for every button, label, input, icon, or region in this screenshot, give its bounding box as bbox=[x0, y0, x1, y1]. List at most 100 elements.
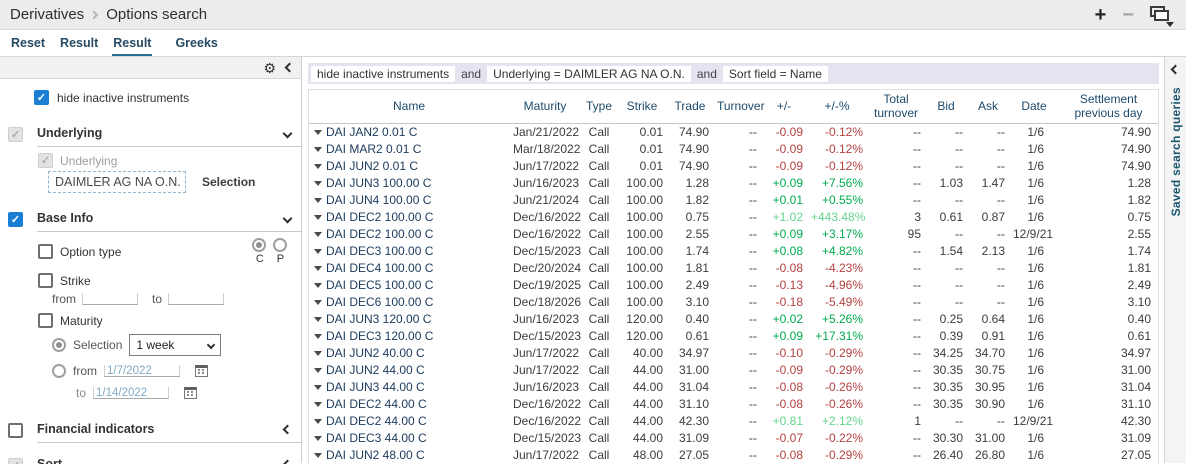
zoom-out-icon[interactable]: − bbox=[1122, 5, 1134, 25]
filter-chip[interactable]: Sort field = Name bbox=[723, 66, 828, 82]
cell-name[interactable]: DAI DEC2 100.00 C bbox=[309, 226, 509, 243]
instrument-name[interactable]: DAI DEC5 100.00 C bbox=[326, 278, 433, 292]
cell-name[interactable]: DAI DEC3 44.00 C bbox=[309, 430, 509, 447]
table-row[interactable]: DAI JUN2 0.01 C Jun/17/2022 Call 0.01 74… bbox=[309, 158, 1158, 175]
instrument-name[interactable]: DAI DEC2 44.00 C bbox=[326, 397, 427, 411]
expand-row-icon[interactable] bbox=[314, 351, 322, 356]
column-header-7[interactable]: +/-% bbox=[807, 90, 867, 123]
column-header-10[interactable]: Ask bbox=[967, 90, 1009, 123]
instrument-name[interactable]: DAI DEC2 100.00 C bbox=[326, 227, 433, 241]
cell-name[interactable]: DAI DEC5 100.00 C bbox=[309, 277, 509, 294]
expand-row-icon[interactable] bbox=[314, 249, 322, 254]
instrument-name[interactable]: DAI JUN3 44.00 C bbox=[326, 380, 425, 394]
cell-name[interactable]: DAI DEC2 100.00 C bbox=[309, 209, 509, 226]
table-row[interactable]: DAI JUN2 48.00 C Jun/17/2022 Call 48.00 … bbox=[309, 447, 1158, 464]
expand-row-icon[interactable] bbox=[314, 130, 322, 135]
column-header-5[interactable]: Turnover bbox=[713, 90, 761, 123]
tab-result-2[interactable]: Result bbox=[112, 36, 152, 56]
instrument-name[interactable]: DAI DEC2 100.00 C bbox=[326, 210, 433, 224]
expand-row-icon[interactable] bbox=[314, 164, 322, 169]
breadcrumb-root[interactable]: Derivatives bbox=[10, 6, 84, 23]
cell-name[interactable]: DAI MAR2 0.01 C bbox=[309, 141, 509, 158]
instrument-name[interactable]: DAI JUN3 100.00 C bbox=[326, 176, 431, 190]
column-header-9[interactable]: Bid bbox=[925, 90, 967, 123]
cell-name[interactable]: DAI JUN3 44.00 C bbox=[309, 379, 509, 396]
cell-name[interactable]: DAI JUN2 40.00 C bbox=[309, 345, 509, 362]
underlying-section-checkbox[interactable]: ✓ bbox=[8, 127, 23, 142]
cell-name[interactable]: DAI JUN2 0.01 C bbox=[309, 158, 509, 175]
column-header-4[interactable]: Trade bbox=[667, 90, 713, 123]
instrument-name[interactable]: DAI DEC2 44.00 C bbox=[326, 414, 427, 428]
saved-search-queries-label[interactable]: Saved search queries bbox=[1169, 87, 1183, 216]
strike-from-input[interactable] bbox=[82, 293, 138, 305]
column-header-11[interactable]: Date bbox=[1009, 90, 1059, 123]
cell-name[interactable]: DAI DEC2 44.00 C bbox=[309, 413, 509, 430]
table-row[interactable]: DAI JUN2 44.00 C Jun/17/2022 Call 44.00 … bbox=[309, 362, 1158, 379]
table-row[interactable]: DAI DEC4 100.00 C Dec/20/2024 Call 100.0… bbox=[309, 260, 1158, 277]
strike-checkbox[interactable] bbox=[38, 273, 53, 288]
maturity-checkbox[interactable] bbox=[38, 313, 53, 328]
financial-indicators-checkbox[interactable] bbox=[8, 423, 23, 438]
expand-row-icon[interactable] bbox=[314, 181, 322, 186]
underlying-collapse-icon[interactable] bbox=[283, 128, 293, 138]
expand-row-icon[interactable] bbox=[314, 147, 322, 152]
cell-name[interactable]: DAI JUN2 44.00 C bbox=[309, 362, 509, 379]
column-header-6[interactable]: +/- bbox=[761, 90, 807, 123]
instrument-name[interactable]: DAI JUN2 40.00 C bbox=[326, 346, 425, 360]
expand-row-icon[interactable] bbox=[314, 300, 322, 305]
cell-name[interactable]: DAI JAN2 0.01 C bbox=[309, 123, 509, 141]
cell-name[interactable]: DAI DEC3 120.00 C bbox=[309, 328, 509, 345]
expand-row-icon[interactable] bbox=[314, 317, 322, 322]
tab-reset-0[interactable]: Reset bbox=[10, 36, 46, 56]
table-row[interactable]: DAI DEC6 100.00 C Dec/18/2026 Call 100.0… bbox=[309, 294, 1158, 311]
column-header-8[interactable]: Total turnover bbox=[867, 90, 925, 123]
expand-row-icon[interactable] bbox=[314, 334, 322, 339]
sidebar-collapse-icon[interactable] bbox=[285, 63, 295, 73]
sort-checkbox[interactable]: ✓ bbox=[8, 458, 23, 464]
table-row[interactable]: DAI MAR2 0.01 C Mar/18/2022 Call 0.01 74… bbox=[309, 141, 1158, 158]
put-radio[interactable] bbox=[273, 238, 287, 252]
instrument-name[interactable]: DAI JUN4 100.00 C bbox=[326, 193, 431, 207]
table-row[interactable]: DAI JUN3 120.00 C Jun/16/2023 Call 120.0… bbox=[309, 311, 1158, 328]
calendar-from-icon[interactable] bbox=[195, 365, 208, 377]
tab-greeks-3[interactable]: Greeks bbox=[174, 36, 218, 56]
filter-chip[interactable]: hide inactive instruments bbox=[311, 66, 455, 82]
column-header-3[interactable]: Strike bbox=[617, 90, 667, 123]
column-header-2[interactable]: Type bbox=[581, 90, 617, 123]
calendar-to-icon[interactable] bbox=[184, 387, 197, 399]
table-row[interactable]: DAI JUN2 40.00 C Jun/17/2022 Call 40.00 … bbox=[309, 345, 1158, 362]
cell-name[interactable]: DAI DEC6 100.00 C bbox=[309, 294, 509, 311]
expand-row-icon[interactable] bbox=[314, 453, 322, 458]
popout-window-icon[interactable] bbox=[1150, 6, 1172, 23]
maturity-period-select[interactable]: 1 week bbox=[129, 334, 221, 356]
base-info-collapse-icon[interactable] bbox=[283, 213, 293, 223]
table-row[interactable]: DAI JUN3 44.00 C Jun/16/2023 Call 44.00 … bbox=[309, 379, 1158, 396]
instrument-name[interactable]: DAI DEC3 120.00 C bbox=[326, 329, 433, 343]
expand-row-icon[interactable] bbox=[314, 385, 322, 390]
sort-expand-icon[interactable] bbox=[283, 459, 293, 464]
instrument-name[interactable]: DAI JUN2 44.00 C bbox=[326, 363, 425, 377]
tab-result-1[interactable]: Result bbox=[59, 36, 99, 56]
expand-row-icon[interactable] bbox=[314, 215, 322, 220]
option-type-checkbox[interactable] bbox=[38, 244, 53, 259]
expand-row-icon[interactable] bbox=[314, 402, 322, 407]
table-row[interactable]: DAI DEC3 120.00 C Dec/15/2023 Call 120.0… bbox=[309, 328, 1158, 345]
sidebar-settings-gear-icon[interactable]: ⚙ bbox=[263, 61, 276, 75]
call-radio[interactable] bbox=[252, 238, 266, 252]
table-row[interactable]: DAI DEC3 100.00 C Dec/15/2023 Call 100.0… bbox=[309, 243, 1158, 260]
table-row[interactable]: DAI DEC2 44.00 C Dec/16/2022 Call 44.00 … bbox=[309, 413, 1158, 430]
maturity-from-input[interactable]: 1/7/2022 bbox=[104, 365, 180, 377]
table-row[interactable]: DAI DEC2 44.00 C Dec/16/2022 Call 44.00 … bbox=[309, 396, 1158, 413]
financial-indicators-expand-icon[interactable] bbox=[283, 424, 293, 434]
expand-row-icon[interactable] bbox=[314, 283, 322, 288]
underlying-field-checkbox[interactable]: ✓ bbox=[38, 153, 53, 168]
table-row[interactable]: DAI DEC2 100.00 C Dec/16/2022 Call 100.0… bbox=[309, 209, 1158, 226]
instrument-name[interactable]: DAI MAR2 0.01 C bbox=[326, 142, 421, 156]
expand-row-icon[interactable] bbox=[314, 266, 322, 271]
maturity-selection-radio[interactable] bbox=[52, 338, 66, 352]
instrument-name[interactable]: DAI JAN2 0.01 C bbox=[326, 125, 417, 139]
table-row[interactable]: DAI DEC2 100.00 C Dec/16/2022 Call 100.0… bbox=[309, 226, 1158, 243]
cell-name[interactable]: DAI JUN4 100.00 C bbox=[309, 192, 509, 209]
expand-row-icon[interactable] bbox=[314, 436, 322, 441]
maturity-range-radio[interactable] bbox=[52, 364, 66, 378]
